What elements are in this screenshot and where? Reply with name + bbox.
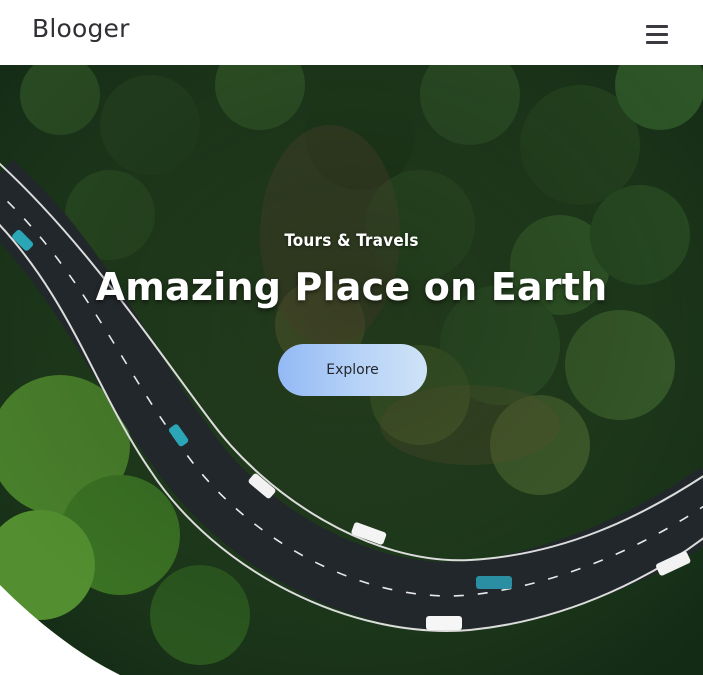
navbar: Blooger [0, 0, 703, 65]
brand-logo[interactable]: Blooger [32, 14, 130, 43]
hero-subtitle: Tours & Travels [284, 231, 419, 251]
hero-section: Tours & Travels Amazing Place on Earth E… [0, 65, 703, 675]
explore-button[interactable]: Explore [278, 344, 427, 396]
hero-content: Tours & Travels Amazing Place on Earth E… [0, 65, 703, 675]
hero-title: Amazing Place on Earth [95, 265, 608, 309]
hamburger-menu-icon[interactable] [646, 25, 668, 45]
